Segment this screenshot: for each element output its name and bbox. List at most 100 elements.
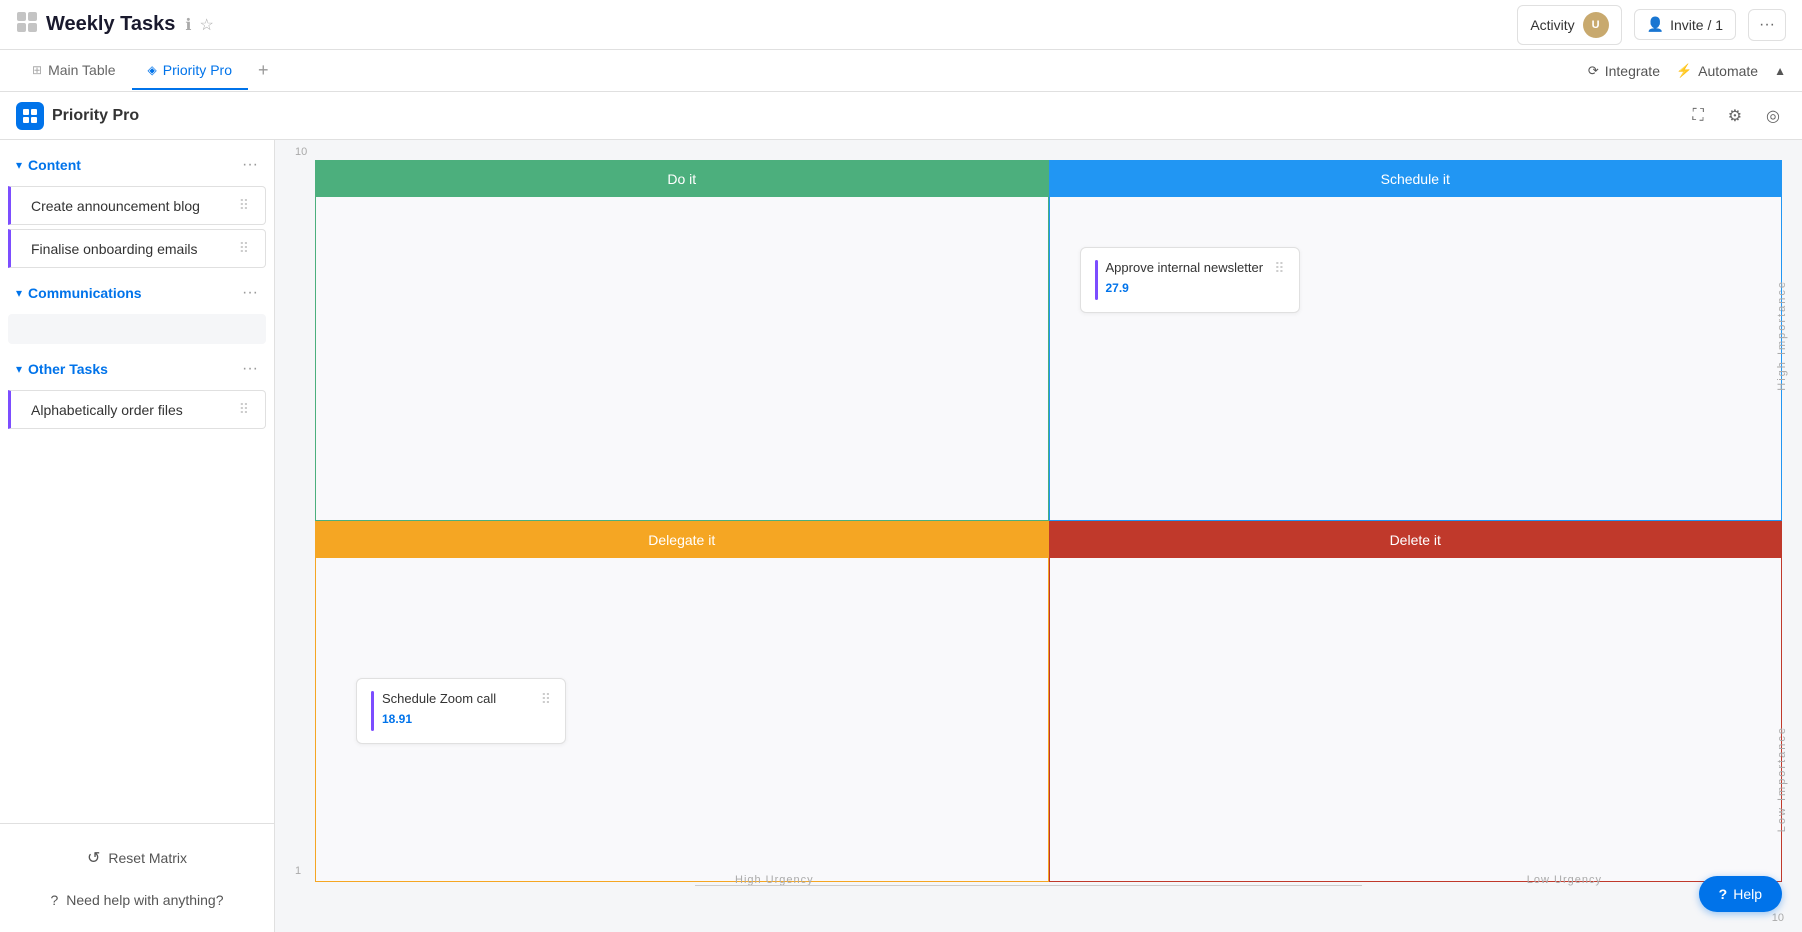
main-layout: ▾ Content ··· Create announcement blog ⠿…: [0, 140, 1802, 932]
integrate-button[interactable]: ⟳ Integrate: [1588, 63, 1660, 79]
section-other-tasks-header[interactable]: ▾ Other Tasks ···: [0, 352, 274, 386]
more-options-button[interactable]: ···: [1748, 9, 1786, 41]
section-content: ▾ Content ··· Create announcement blog ⠿…: [0, 148, 274, 268]
card-title: Schedule Zoom call: [382, 691, 533, 706]
help-icon: ?: [50, 892, 58, 908]
chevron-down-icon: ▾: [16, 286, 22, 300]
x-axis-line: [695, 885, 1362, 886]
section-other-tasks: ▾ Other Tasks ··· Alphabetically order f…: [0, 352, 274, 429]
quadrant-delegate-it-body: Schedule Zoom call 18.91 ⠿: [316, 558, 1048, 758]
card-accent: [1095, 260, 1098, 300]
quadrant-schedule-it-body: Approve internal newsletter 27.9 ⠿: [1050, 197, 1782, 397]
section-content-title: Content: [28, 157, 81, 173]
quadrant-do-it-body: [316, 197, 1048, 397]
quadrant-schedule-it-header: Schedule it: [1050, 161, 1782, 197]
quadrant-schedule-it: Schedule it Approve internal newsletter …: [1049, 160, 1783, 521]
star-icon[interactable]: ☆: [199, 15, 213, 35]
drag-handle-icon[interactable]: ⠿: [541, 691, 551, 708]
card-content: Approve internal newsletter 27.9: [1106, 260, 1267, 295]
chevron-down-icon: ▾: [16, 362, 22, 376]
quadrant-do-it-header: Do it: [316, 161, 1048, 197]
sidebar: ▾ Content ··· Create announcement blog ⠿…: [0, 140, 275, 932]
invite-button[interactable]: 👤 Invite / 1: [1634, 9, 1736, 40]
app-icon: [16, 11, 38, 39]
section-header-left: ▾ Other Tasks: [16, 361, 108, 377]
section-header-left: ▾ Content: [16, 157, 81, 173]
top-bar: Weekly Tasks ℹ ☆ Activity U 👤 Invite / 1…: [0, 0, 1802, 50]
help-button[interactable]: ? Help: [1699, 876, 1782, 912]
add-tab-button[interactable]: +: [248, 54, 279, 87]
quadrant-do-it: Do it: [315, 160, 1049, 521]
drag-handle-icon[interactable]: ⠿: [239, 197, 249, 214]
matrix-area: 10 1 10 Do it Schedule it: [275, 140, 1802, 932]
section-communications-more[interactable]: ···: [242, 284, 258, 302]
card-value: 18.91: [382, 712, 533, 726]
tabs-left: ⊞ Main Table ◈ Priority Pro +: [16, 52, 279, 90]
help-icon: ?: [1719, 886, 1728, 902]
quadrant-delete-it: Delete it: [1049, 521, 1783, 882]
communications-empty: [8, 314, 266, 344]
help-sidebar-button[interactable]: ? Need help with anything?: [16, 884, 258, 916]
section-content-header[interactable]: ▾ Content ···: [0, 148, 274, 182]
chevron-down-icon: ▾: [16, 158, 22, 172]
user-avatar: U: [1583, 12, 1609, 38]
section-header-left: ▾ Communications: [16, 285, 142, 301]
view-header-right: ⛶ ⚙ ◎: [1686, 100, 1786, 132]
card-schedule-zoom[interactable]: Schedule Zoom call 18.91 ⠿: [356, 678, 566, 744]
top-bar-icons: ℹ ☆: [185, 15, 213, 35]
top-bar-left: Weekly Tasks ℹ ☆: [16, 11, 214, 39]
settings-icon[interactable]: ⚙: [1722, 100, 1748, 132]
task-label: Alphabetically order files: [31, 402, 183, 418]
activity-label: Activity: [1530, 17, 1574, 33]
integrate-icon: ⟳: [1588, 63, 1599, 79]
priority-icon: ◈: [148, 63, 157, 77]
sidebar-content: ▾ Content ··· Create announcement blog ⠿…: [0, 140, 274, 823]
matrix-grid: Do it Schedule it Approve internal newsl…: [275, 140, 1802, 932]
quadrant-delete-it-header: Delete it: [1050, 522, 1782, 558]
y-axis-high-label: High Importance: [1776, 280, 1788, 391]
drag-handle-icon[interactable]: ⠿: [239, 240, 249, 257]
tabs-right: ⟳ Integrate ⚡ Automate ▲: [1588, 63, 1786, 79]
card-value: 27.9: [1106, 281, 1267, 295]
quadrant-delegate-it: Delegate it Schedule Zoom call 18.91 ⠿: [315, 521, 1049, 882]
section-other-tasks-more[interactable]: ···: [242, 360, 258, 378]
info-icon[interactable]: ℹ: [185, 15, 191, 35]
view-title: Priority Pro: [16, 102, 139, 130]
automate-icon: ⚡: [1676, 63, 1692, 79]
view-header: Priority Pro ⛶ ⚙ ◎: [0, 92, 1802, 140]
task-item-create-announcement[interactable]: Create announcement blog ⠿: [8, 186, 266, 225]
sidebar-footer: ↺ Reset Matrix ? Need help with anything…: [0, 823, 274, 932]
person-icon: 👤: [1647, 16, 1664, 33]
section-communications: ▾ Communications ···: [0, 276, 274, 344]
drag-handle-icon[interactable]: ⠿: [1274, 260, 1284, 277]
section-communications-header[interactable]: ▾ Communications ···: [0, 276, 274, 310]
drag-handle-icon[interactable]: ⠿: [239, 401, 249, 418]
reset-matrix-button[interactable]: ↺ Reset Matrix: [16, 840, 258, 876]
tab-main-table[interactable]: ⊞ Main Table: [16, 52, 132, 90]
card-content: Schedule Zoom call 18.91: [382, 691, 533, 726]
task-item-alphabetically[interactable]: Alphabetically order files ⠿: [8, 390, 266, 429]
table-icon: ⊞: [32, 63, 42, 77]
view-title-icon: [16, 102, 44, 130]
y-axis-low-label: Low Importance: [1776, 726, 1788, 832]
card-accent: [371, 691, 374, 731]
quadrant-delegate-it-header: Delegate it: [316, 522, 1048, 558]
tab-priority-pro[interactable]: ◈ Priority Pro: [132, 52, 248, 90]
automate-button[interactable]: ⚡ Automate: [1676, 63, 1758, 79]
card-approve-newsletter[interactable]: Approve internal newsletter 27.9 ⠿: [1080, 247, 1300, 313]
top-bar-right: Activity U 👤 Invite / 1 ···: [1517, 5, 1786, 45]
collapse-button[interactable]: ▲: [1774, 64, 1786, 78]
quadrant-delete-it-body: [1050, 558, 1782, 758]
task-label: Create announcement blog: [31, 198, 200, 214]
task-label: Finalise onboarding emails: [31, 241, 198, 257]
section-other-tasks-title: Other Tasks: [28, 361, 108, 377]
activity-button[interactable]: Activity U: [1517, 5, 1621, 45]
section-content-more[interactable]: ···: [242, 156, 258, 174]
app-title: Weekly Tasks: [16, 11, 175, 39]
reset-icon: ↺: [87, 848, 100, 868]
task-item-finalise-onboarding[interactable]: Finalise onboarding emails ⠿: [8, 229, 266, 268]
section-communications-title: Communications: [28, 285, 142, 301]
target-icon[interactable]: ◎: [1760, 100, 1786, 132]
x-axis-low-label: Low Urgency: [1527, 874, 1602, 886]
fullscreen-icon[interactable]: ⛶: [1686, 101, 1709, 131]
